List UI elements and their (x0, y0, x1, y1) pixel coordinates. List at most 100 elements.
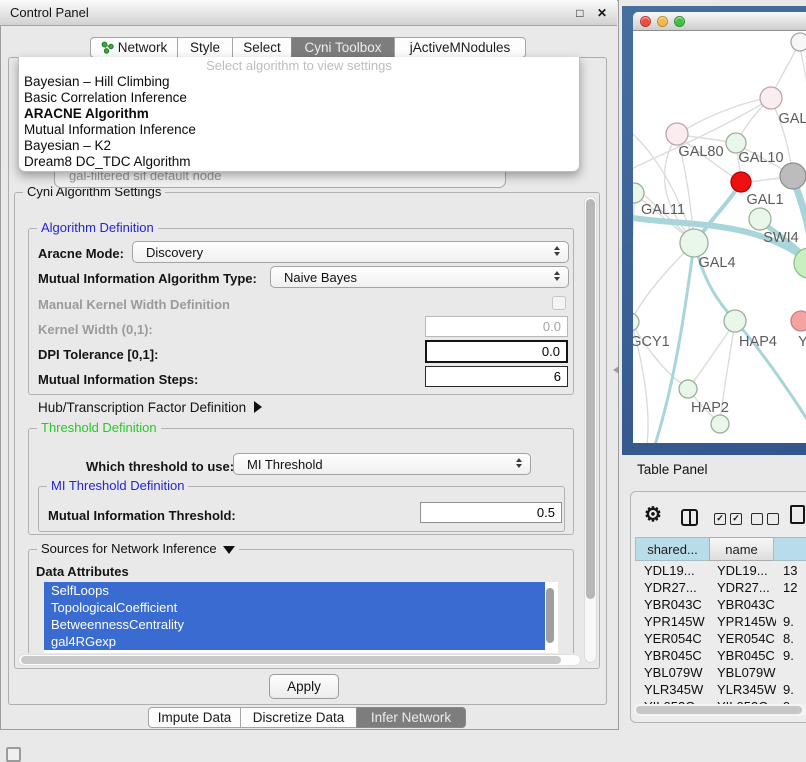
network-node[interactable] (680, 229, 708, 257)
network-node[interactable] (760, 87, 782, 109)
network-node[interactable] (749, 208, 771, 230)
table-cell: 9. (776, 647, 806, 664)
tab-jactivemnodules[interactable]: jActiveMNodules (394, 37, 526, 58)
column-header-name[interactable]: name (709, 537, 774, 561)
network-edge[interactable] (633, 194, 635, 321)
network-edge[interactable] (799, 44, 806, 116)
network-node-label: GAL (778, 111, 806, 127)
document-icon[interactable] (790, 505, 805, 524)
network-node[interactable] (791, 33, 806, 51)
tab-cyni-toolbox[interactable]: Cyni Toolbox (291, 37, 395, 58)
table-row[interactable]: YBR043CYBR043C (636, 596, 806, 613)
combo-arrows-icon (516, 458, 522, 468)
close-traffic-light-icon[interactable] (640, 16, 651, 27)
select-all-checkboxes-icon[interactable]: ✓✓ (714, 513, 742, 525)
algorithm-option[interactable]: Dream8 DC_TDC Algorithm (19, 154, 579, 170)
network-node[interactable] (780, 163, 806, 189)
network-node-label: Y (798, 334, 806, 350)
settings-hscroll-thumb[interactable] (21, 656, 561, 664)
mi-steps-label: Mutual Information Steps: (38, 372, 198, 387)
table-row[interactable]: YPR145WYPR145W9. (636, 613, 806, 630)
zoom-traffic-light-icon[interactable] (674, 16, 685, 27)
column-header-partial[interactable] (773, 537, 806, 561)
settings-horizontal-scrollbar[interactable] (18, 654, 581, 666)
tab-infer-network[interactable]: Infer Network (356, 707, 466, 728)
table-row[interactable]: YER054CYER054C8. (636, 630, 806, 647)
table-row[interactable]: YBR045CYBR045C9. (636, 647, 806, 664)
algorithm-option[interactable]: Bayesian – K2 (19, 138, 579, 154)
table-cell (776, 664, 806, 681)
tab-style[interactable]: Style (177, 37, 233, 58)
table-cell: 9. (776, 681, 806, 698)
kernel-width-field[interactable]: 0.0 (425, 316, 568, 337)
data-attribute-item[interactable]: SelfLoops (44, 582, 545, 599)
table-header: shared... name (636, 537, 806, 561)
mutual-information-threshold-field[interactable]: 0.5 (420, 502, 562, 523)
mi-steps-field[interactable]: 6 (425, 366, 568, 387)
network-canvas[interactable]: GALGAL80GAL10GAL1GAL11SWI4GAL4GCY1HAP4YH… (633, 31, 806, 443)
mi-algorithm-type-combo[interactable]: Naive Bayes (270, 266, 569, 288)
algorithm-option[interactable]: Basic Correlation Inference (19, 90, 579, 106)
manual-kernel-width-checkbox[interactable] (552, 296, 566, 310)
network-node[interactable] (791, 311, 806, 331)
aracne-mode-combo[interactable]: Discovery (132, 241, 569, 263)
data-attributes-list[interactable]: SelfLoopsTopologicalCoefficientBetweenne… (44, 582, 558, 653)
cyni-bottom-tabs: Impute Data Discretize Data Infer Networ… (148, 707, 466, 728)
tab-impute-data[interactable]: Impute Data (148, 707, 241, 728)
screen: Control Panel □ ✕ Network Style Select C… (0, 0, 806, 762)
control-panel-title: Control Panel (10, 5, 89, 20)
table-row[interactable]: YDR27...YDR27...12 (636, 579, 806, 596)
network-node[interactable] (633, 313, 639, 331)
network-node[interactable] (679, 380, 697, 398)
mi-steps-value: 6 (554, 369, 561, 384)
network-node[interactable] (731, 172, 751, 192)
settings-vertical-scrollbar[interactable] (584, 196, 597, 663)
table-horizontal-scrollbar[interactable] (634, 704, 806, 716)
table-cell: YBR043C (711, 596, 776, 613)
table-cell: YDL19... (711, 562, 776, 579)
which-threshold-combo[interactable]: MI Threshold (233, 453, 531, 475)
threshold-definition-title: Threshold Definition (37, 421, 161, 435)
settings-vscroll-thumb[interactable] (586, 199, 595, 599)
network-node[interactable] (711, 415, 729, 433)
table-cell: YBL079W (636, 664, 711, 681)
gear-icon[interactable]: ⚙ (644, 504, 662, 526)
algorithm-option[interactable]: Bayesian – Hill Climbing (19, 74, 579, 90)
mi-threshold-group-title: MI Threshold Definition (47, 479, 188, 493)
table-panel-title: Table Panel (637, 462, 708, 477)
apply-button[interactable]: Apply (269, 674, 339, 699)
table-row[interactable]: YBL079WYBL079W (636, 664, 806, 681)
tab-discretize-data[interactable]: Discretize Data (240, 707, 357, 728)
network-edge[interactable] (689, 322, 735, 388)
hub-definition-label: Hub/Transcription Factor Definition (38, 400, 246, 415)
network-node-label: GAL11 (641, 202, 685, 218)
table-row[interactable]: YDL19...YDL19...13 (636, 562, 806, 579)
tab-network-label: Network (118, 38, 168, 57)
sources-group-title[interactable]: Sources for Network Inference (37, 542, 239, 556)
table-hscroll-thumb[interactable] (636, 706, 802, 714)
dock-corner-icon[interactable] (6, 747, 21, 762)
attributes-list-scrollbar[interactable] (546, 588, 554, 643)
algorithm-option[interactable]: ARACNE Algorithm (19, 106, 579, 122)
algorithm-option[interactable]: Mutual Information Inference (19, 122, 579, 138)
data-attribute-item[interactable]: gal4RGexp (44, 633, 545, 650)
split-view-icon[interactable] (681, 509, 698, 526)
float-window-icon[interactable]: □ (576, 6, 583, 20)
network-window-titlebar[interactable] (633, 12, 806, 31)
hub-definition-toggle[interactable]: Hub/Transcription Factor Definition (38, 400, 262, 415)
tab-network[interactable]: Network (90, 37, 178, 58)
table-row[interactable]: YLR345WYLR345W9. (636, 681, 806, 698)
column-header-shared-name[interactable]: shared... (635, 537, 710, 561)
minimize-traffic-light-icon[interactable] (657, 16, 668, 27)
dpi-tolerance-field[interactable]: 0.0 (425, 340, 568, 363)
network-node[interactable] (666, 123, 688, 145)
data-attribute-item[interactable]: TopologicalCoefficient (44, 599, 545, 616)
close-window-icon[interactable]: ✕ (597, 6, 607, 20)
network-node[interactable] (724, 310, 746, 332)
data-attribute-item[interactable]: BetweennessCentrality (44, 616, 545, 633)
kernel-width-value: 0.0 (543, 319, 561, 334)
tab-select[interactable]: Select (232, 37, 292, 58)
network-node-label: SWI4 (763, 230, 798, 246)
network-edge[interactable] (677, 98, 770, 135)
deselect-all-checkboxes-icon[interactable] (751, 513, 779, 525)
